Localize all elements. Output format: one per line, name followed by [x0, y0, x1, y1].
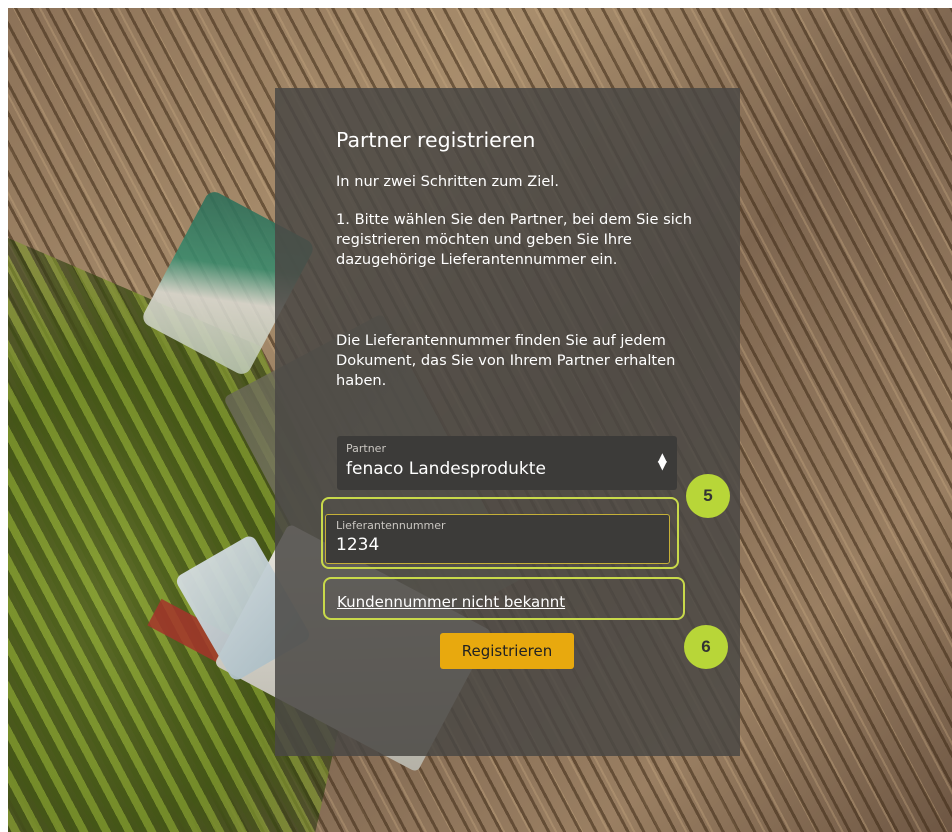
callout-badge-5: 5: [686, 474, 730, 518]
partner-select-label: Partner: [346, 442, 386, 455]
page-title: Partner registrieren: [336, 128, 536, 152]
supplier-number-hint: Die Lieferantennummer finden Sie auf jed…: [336, 332, 676, 389]
step1-instruction: 1. Bitte wählen Sie den Partner, bei dem…: [336, 211, 693, 268]
partner-select[interactable]: Partner fenaco Landesprodukte ▲ ▼: [337, 436, 677, 490]
callout-badge-6: 6: [684, 625, 728, 669]
partner-select-value: fenaco Landesprodukte: [346, 459, 546, 479]
sort-arrows-icon: ▲ ▼: [657, 450, 667, 472]
customer-number-unknown-link[interactable]: Kundennummer nicht bekannt: [337, 593, 565, 611]
register-button[interactable]: Registrieren: [440, 633, 574, 669]
subtitle: In nur zwei Schritten zum Ziel.: [336, 173, 559, 190]
highlight-box-5: [321, 497, 679, 569]
